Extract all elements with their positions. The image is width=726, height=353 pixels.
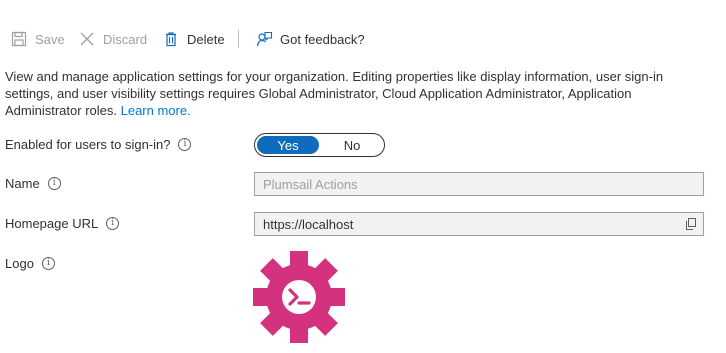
copy-icon[interactable] — [685, 218, 697, 230]
feedback-label: Got feedback? — [280, 31, 365, 47]
enabled-label: Enabled for users to sign-in? — [5, 137, 171, 152]
toggle-no-option[interactable]: No — [321, 136, 383, 154]
homepage-value: https://localhost — [263, 216, 354, 232]
feedback-button[interactable]: Got feedback? — [255, 26, 365, 52]
feedback-icon — [255, 30, 273, 48]
save-icon — [10, 30, 28, 48]
trash-icon — [162, 30, 180, 48]
homepage-url-field[interactable]: https://localhost — [254, 212, 704, 236]
info-icon[interactable]: i — [178, 138, 192, 151]
homepage-row-label: Homepage URL i — [5, 216, 120, 231]
name-row-label: Name i — [5, 176, 61, 191]
delete-button[interactable]: Delete — [162, 26, 225, 52]
info-icon[interactable]: i — [106, 217, 120, 230]
app-logo — [253, 251, 345, 343]
toggle-yes-option[interactable]: Yes — [257, 136, 319, 154]
save-button[interactable]: Save — [10, 26, 65, 52]
logo-label: Logo — [5, 256, 34, 271]
info-icon[interactable]: i — [47, 177, 61, 190]
info-icon[interactable]: i — [41, 257, 55, 270]
logo-row-label: Logo i — [5, 256, 55, 271]
description-text: View and manage application settings for… — [5, 69, 664, 118]
close-icon — [78, 30, 96, 48]
enabled-toggle[interactable]: Yes No — [254, 133, 385, 157]
command-bar: Save Discard Delete Got feedback? — [0, 26, 726, 52]
delete-label: Delete — [187, 31, 225, 47]
learn-more-link[interactable]: Learn more. — [121, 103, 191, 118]
name-value: Plumsail Actions — [263, 176, 358, 192]
homepage-label: Homepage URL — [5, 216, 99, 231]
name-field[interactable]: Plumsail Actions — [254, 172, 704, 196]
discard-label: Discard — [103, 31, 148, 47]
page-description: View and manage application settings for… — [5, 68, 705, 119]
toolbar-divider — [238, 30, 239, 48]
enabled-row-label: Enabled for users to sign-in? i — [5, 137, 192, 152]
save-label: Save — [35, 31, 65, 47]
name-label: Name — [5, 176, 40, 191]
discard-button[interactable]: Discard — [78, 26, 147, 52]
gear-terminal-logo — [253, 251, 345, 343]
